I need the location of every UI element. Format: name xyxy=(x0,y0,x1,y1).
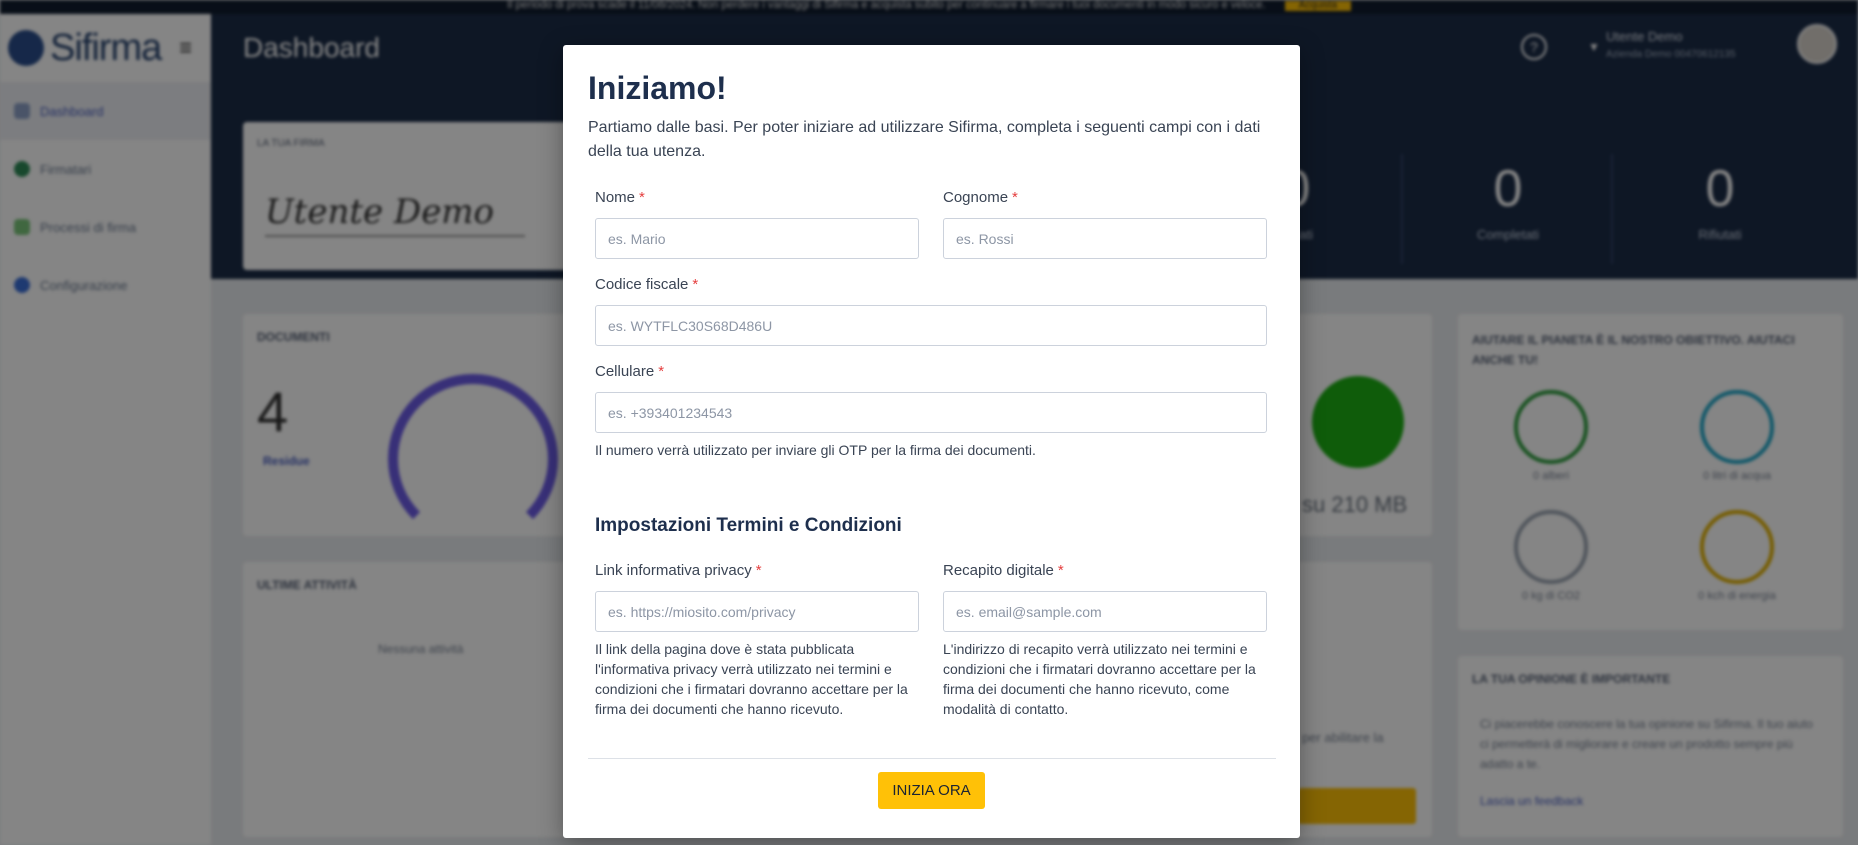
modal-intro: Partiamo dalle basi. Per poter iniziare … xyxy=(588,119,1261,160)
required-mark: * xyxy=(658,363,665,380)
modal-divider xyxy=(588,758,1276,759)
cognome-input[interactable] xyxy=(943,218,1267,259)
field-label-text: Nome xyxy=(595,189,636,206)
link-privacy-label: Link informativa privacy * xyxy=(595,562,762,579)
required-mark: * xyxy=(755,562,762,579)
link-privacy-help: Il link della pagina dove è stata pubbli… xyxy=(595,641,908,717)
cellulare-label: Cellulare * xyxy=(595,363,664,380)
cognome-label: Cognome * xyxy=(943,189,1018,206)
terms-section-title: Impostazioni Termini e Condizioni xyxy=(595,515,902,536)
recapito-digitale-label: Recapito digitale * xyxy=(943,562,1064,579)
nome-input[interactable] xyxy=(595,218,919,259)
field-label-text: Recapito digitale xyxy=(943,562,1054,579)
field-label-text: Cognome xyxy=(943,189,1009,206)
start-now-button[interactable]: INIZIA ORA xyxy=(878,772,985,809)
required-mark: * xyxy=(1057,562,1064,579)
field-label-text: Link informativa privacy xyxy=(595,562,752,579)
required-mark: * xyxy=(1012,189,1018,206)
required-mark: * xyxy=(692,276,699,293)
recapito-digitale-input[interactable] xyxy=(943,591,1267,632)
field-label-text: Codice fiscale xyxy=(595,276,689,293)
nome-label: Nome * xyxy=(595,189,645,206)
cellulare-help: Il numero verrà utilizzato per inviare g… xyxy=(595,442,1036,458)
codice-fiscale-label: Codice fiscale * xyxy=(595,276,698,293)
required-mark: * xyxy=(639,189,645,206)
cellulare-input[interactable] xyxy=(595,392,1267,433)
codice-fiscale-input[interactable] xyxy=(595,305,1267,346)
link-privacy-input[interactable] xyxy=(595,591,919,632)
recapito-digitale-help: L'indirizzo di recapito verrà utilizzato… xyxy=(943,641,1256,717)
onboarding-modal: Iniziamo! Partiamo dalle basi. Per poter… xyxy=(563,45,1300,838)
field-label-text: Cellulare xyxy=(595,363,655,380)
modal-title: Iniziamo! xyxy=(588,70,727,106)
